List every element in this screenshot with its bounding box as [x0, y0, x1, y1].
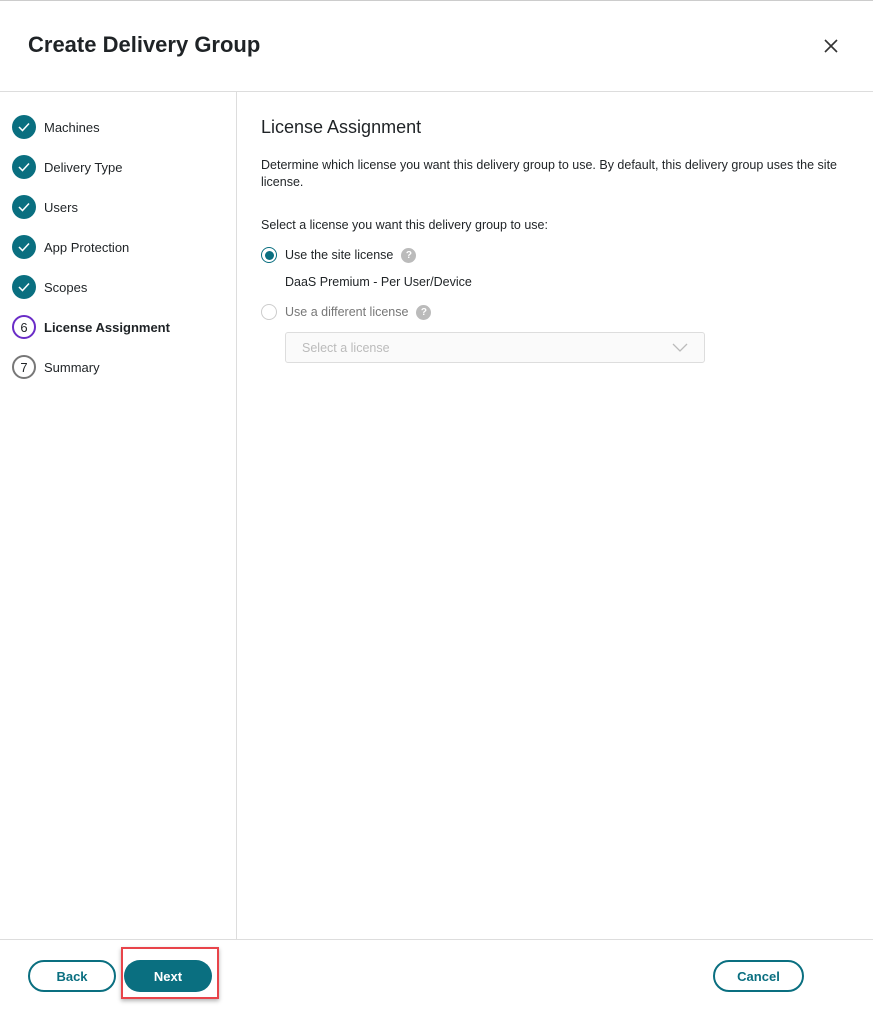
- check-icon: [12, 275, 36, 299]
- radio-different-license[interactable]: Use a different license ?: [261, 304, 432, 320]
- dialog-header: Create Delivery Group: [0, 1, 873, 92]
- step-label: Machines: [44, 119, 100, 135]
- cancel-button[interactable]: Cancel: [713, 960, 804, 992]
- chevron-down-icon: [672, 343, 688, 352]
- check-icon: [12, 155, 36, 179]
- step-scopes[interactable]: Scopes: [12, 275, 87, 299]
- radio-label: Use the site license: [285, 248, 394, 262]
- next-button[interactable]: Next: [124, 960, 212, 992]
- license-prompt: Select a license you want this delivery …: [261, 218, 548, 232]
- step-label: Delivery Type: [44, 159, 123, 175]
- wizard-steps: Machines Delivery Type Users App Protect…: [0, 92, 237, 940]
- footer-divider: [0, 939, 873, 940]
- step-app-protection[interactable]: App Protection: [12, 235, 129, 259]
- step-number: 6: [12, 315, 36, 339]
- radio-site-license[interactable]: Use the site license ?: [261, 247, 417, 263]
- license-select[interactable]: Select a license: [285, 332, 705, 363]
- help-icon[interactable]: ?: [401, 247, 417, 263]
- step-label: Summary: [44, 359, 100, 375]
- step-number: 7: [12, 355, 36, 379]
- step-users[interactable]: Users: [12, 195, 78, 219]
- close-icon[interactable]: [821, 36, 841, 56]
- section-heading: License Assignment: [261, 117, 422, 137]
- step-license-assignment[interactable]: 6 License Assignment: [12, 315, 170, 339]
- back-button[interactable]: Back: [28, 960, 116, 992]
- step-machines[interactable]: Machines: [12, 115, 100, 139]
- radio-unselected[interactable]: [261, 304, 277, 320]
- section-description: Determine which license you want this de…: [261, 158, 837, 189]
- select-placeholder: Select a license: [302, 341, 390, 355]
- step-delivery-type[interactable]: Delivery Type: [12, 155, 123, 179]
- step-label: Scopes: [44, 279, 88, 295]
- site-license-name: DaaS Premium - Per User/Device: [285, 275, 472, 289]
- check-icon: [12, 235, 36, 259]
- radio-label: Use a different license: [285, 305, 409, 319]
- step-label: Users: [44, 199, 78, 215]
- step-label: License Assignment: [44, 319, 170, 335]
- dialog-title: Create Delivery Group: [28, 32, 261, 57]
- radio-selected[interactable]: [261, 247, 277, 263]
- check-icon: [12, 115, 36, 139]
- step-label: App Protection: [44, 239, 130, 255]
- step-summary[interactable]: 7 Summary: [12, 355, 100, 379]
- help-icon[interactable]: ?: [416, 304, 432, 320]
- check-icon: [12, 195, 36, 219]
